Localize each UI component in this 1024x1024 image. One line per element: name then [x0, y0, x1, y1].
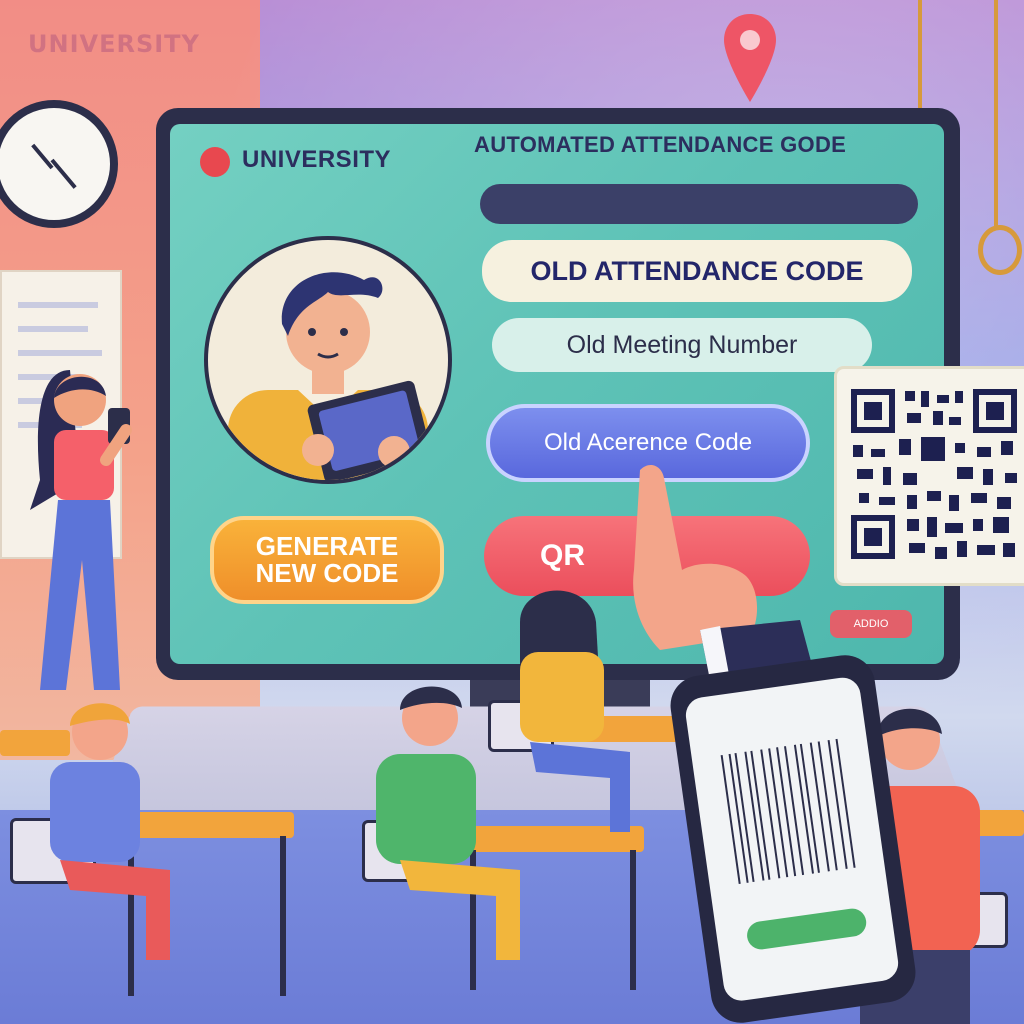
map-pin-icon	[724, 14, 776, 102]
screen-title: AUTOMATED ATTENDANCE GODE	[474, 132, 847, 157]
poster-line	[18, 350, 102, 356]
hanging-ring	[978, 225, 1022, 275]
seated-student	[50, 703, 170, 960]
generate-code-button[interactable]: GENERATE NEW CODE	[210, 516, 444, 604]
avatar	[204, 236, 452, 484]
small-action-label: ADDIO	[853, 618, 889, 630]
qr-code-card	[834, 366, 1024, 586]
phone-screen	[683, 675, 901, 1003]
phone-confirm-bar[interactable]	[745, 906, 869, 952]
watermark: UNIVERSITY	[28, 30, 200, 58]
attendance-code-label: OLD ATTENDANCE CODE	[530, 255, 864, 286]
qr-code-icon	[851, 389, 1017, 559]
brand-dot-icon	[200, 147, 230, 177]
small-action-button[interactable]: ADDIO	[830, 610, 912, 638]
hanging-rope	[994, 0, 998, 230]
header-bar	[480, 184, 918, 224]
barcode-icon	[720, 738, 856, 884]
desk-leg	[630, 850, 636, 990]
classroom-illustration: UNIVERSITY UNIVERSITY AUTOMATED ATTENDAN…	[0, 0, 1024, 1024]
poster-line	[18, 302, 98, 308]
clock-minute-hand	[50, 158, 77, 189]
qr-button-label: QR	[540, 539, 585, 572]
poster-line	[18, 326, 88, 332]
meeting-number-field: Old Meeting Number	[492, 318, 872, 372]
seated-student	[520, 590, 630, 832]
generate-button-line1: GENERATE	[255, 530, 399, 561]
teacher-illustration	[228, 272, 432, 480]
clock-hour-hand	[31, 143, 54, 170]
meeting-number-label: Old Meeting Number	[566, 330, 798, 359]
desk-leg	[280, 836, 286, 996]
brand-name: UNIVERSITY	[242, 146, 392, 173]
standing-student	[30, 370, 132, 690]
attendance-code-field: OLD ATTENDANCE CODE	[482, 240, 912, 302]
generate-button-line2: NEW CODE	[255, 558, 399, 588]
